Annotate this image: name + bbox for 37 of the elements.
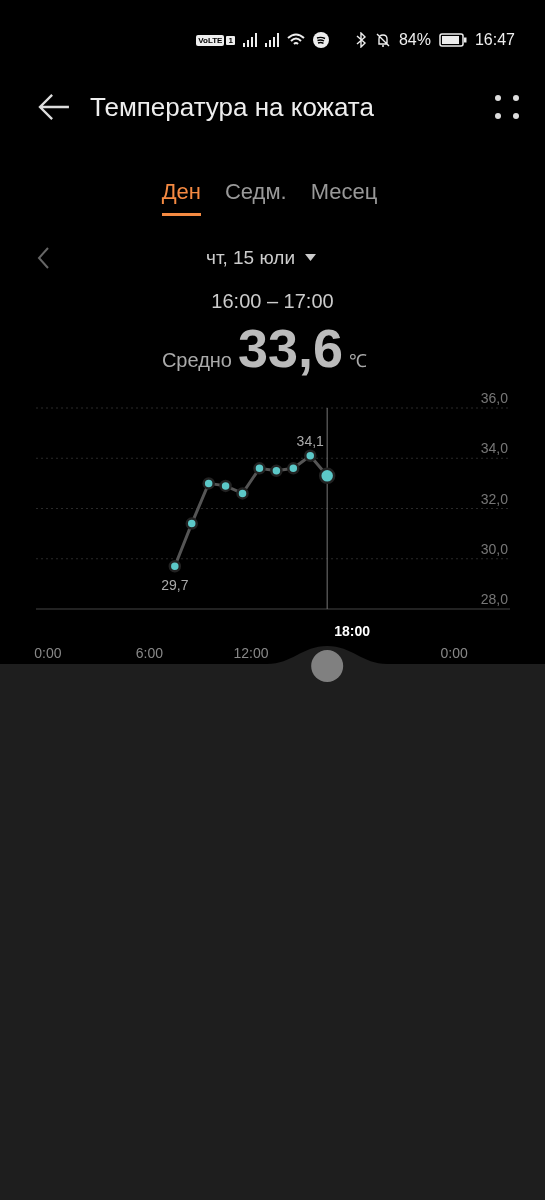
page-title: Температура на кожата [90, 91, 375, 123]
average-value: 33,6 [238, 317, 344, 379]
bluetooth-icon [354, 32, 367, 48]
x-axis-label: 6:00 [135, 645, 164, 661]
y-axis-label: 28,0 [480, 591, 508, 607]
previous-chevron-icon[interactable] [36, 246, 52, 270]
value-label: 29,7 [161, 577, 189, 594]
y-axis-label: 30,0 [480, 540, 508, 557]
average-label: Средно [161, 349, 232, 372]
x-axis-label: 0:00 [440, 645, 468, 661]
period-tab[interactable]: Седм. [224, 175, 287, 216]
date-dropdown[interactable]: чт, 15 юли [200, 246, 322, 270]
unit-label: ℃ [349, 350, 368, 372]
y-axis-label: 36,0 [480, 393, 508, 406]
clock: 16:47 [474, 31, 515, 49]
x-axis-label: 0:00 [34, 645, 62, 661]
period-tab[interactable]: Ден [161, 175, 201, 216]
bell-muted-icon [374, 32, 391, 48]
signal-icon [242, 33, 257, 47]
dropdown-triangle-icon [305, 254, 316, 262]
battery-percent: 84% [398, 31, 431, 49]
sim-badge: 1 [226, 35, 235, 45]
selected-time-label: 18:00 [334, 623, 371, 639]
back-arrow-icon[interactable] [38, 93, 70, 121]
value-label: 34,1 [296, 432, 324, 449]
y-axis-label: 32,0 [480, 490, 508, 507]
signal-icon [264, 33, 279, 47]
volte-badge: VoLTE [196, 34, 225, 46]
x-axis-label: 12:00 [233, 645, 269, 661]
slider-thumb[interactable] [311, 650, 344, 682]
more-icon[interactable] [493, 93, 521, 121]
time-range: 16:00 – 17:00 [210, 290, 335, 313]
y-axis-label: 34,0 [480, 440, 508, 457]
music-app-icon [312, 32, 329, 48]
battery-icon [438, 33, 467, 47]
period-tab[interactable]: Месец [310, 175, 378, 216]
wifi-icon [286, 33, 305, 47]
